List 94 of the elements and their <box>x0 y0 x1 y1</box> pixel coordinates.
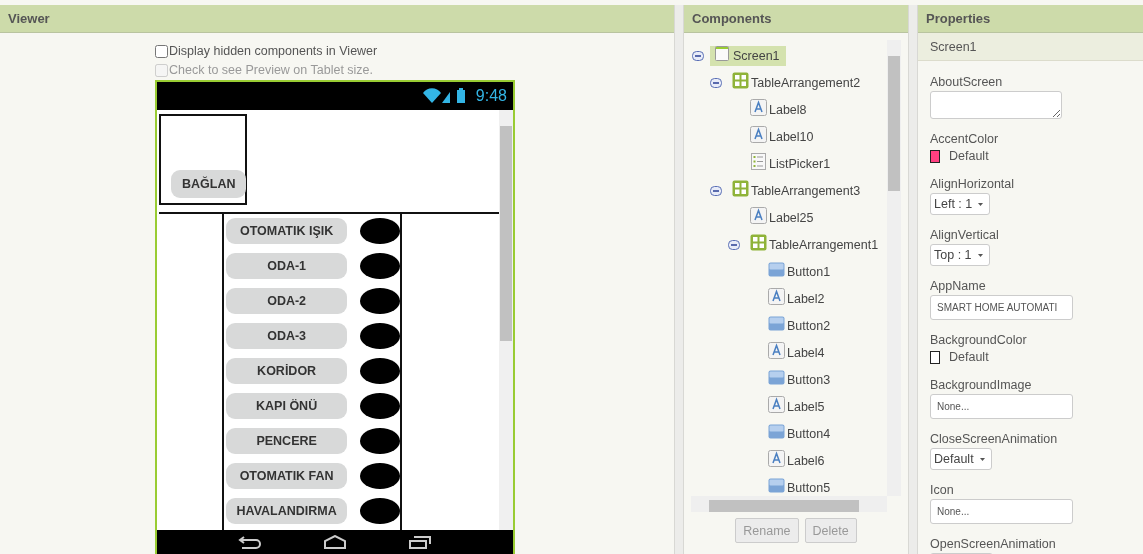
tree-item[interactable]: Button2 <box>764 315 837 336</box>
tree-item[interactable]: Button5 <box>764 477 837 496</box>
checkbox[interactable] <box>155 44 168 58</box>
collapse-icon[interactable] <box>692 50 704 61</box>
dropdown[interactable]: Default <box>930 448 992 470</box>
tree-item[interactable]: ListPicker1 <box>746 153 837 174</box>
caret-icon <box>978 202 984 206</box>
scrollbar[interactable] <box>499 110 513 530</box>
toggle-button[interactable]: HAVALANDIRMA <box>226 498 348 524</box>
property-label: AccentColor <box>930 132 999 146</box>
tree-item[interactable]: Screen1 <box>710 45 786 66</box>
button-icon <box>768 423 785 440</box>
status-oval <box>360 428 400 454</box>
collapse-icon[interactable] <box>710 77 722 88</box>
component-name: Screen1 <box>930 39 977 54</box>
status-oval <box>360 358 400 384</box>
status-oval <box>360 498 400 524</box>
letter-a-icon <box>768 396 785 413</box>
checkbox-label: Check to see Preview on Tablet size. <box>169 63 374 77</box>
collapse-icon[interactable] <box>728 239 740 250</box>
color-swatch[interactable] <box>930 149 940 163</box>
scrollbar[interactable] <box>691 496 887 512</box>
panel-title: Viewer <box>8 11 50 26</box>
status-oval <box>360 323 400 349</box>
toggle-button[interactable]: KAPI ÖNÜ <box>226 393 348 419</box>
connect-button[interactable]: BAĞLAN <box>171 170 247 198</box>
grid-icon <box>732 72 749 89</box>
grid-icon <box>750 234 767 251</box>
tree-item[interactable]: Label10 <box>746 126 820 147</box>
property-label: AlignVertical <box>930 228 999 242</box>
button-icon <box>768 315 785 332</box>
clock-time: 9:48 <box>475 87 507 105</box>
scrollbar[interactable] <box>887 40 901 496</box>
property-label: CloseScreenAnimation <box>930 432 1058 446</box>
button-icon <box>768 261 785 278</box>
tree-item[interactable]: Label8 <box>746 99 813 120</box>
tree-item[interactable]: Label5 <box>764 396 831 417</box>
toggle-button[interactable]: OTOMATIK FAN <box>226 463 348 489</box>
tree-item[interactable]: Label4 <box>764 342 831 363</box>
toggle-button[interactable]: PENCERE <box>226 428 348 454</box>
toggle-button[interactable]: ODA-1 <box>226 253 348 279</box>
button-icon <box>768 477 785 494</box>
property-label: AppName <box>930 279 986 293</box>
status-oval <box>360 288 400 314</box>
color-swatch[interactable] <box>930 350 940 364</box>
file-picker[interactable]: None... <box>930 499 1073 524</box>
property-label: Icon <box>930 483 954 497</box>
tree-item[interactable]: Button1 <box>764 261 837 282</box>
letter-a-icon <box>768 342 785 359</box>
status-oval <box>360 253 400 279</box>
status-oval <box>360 218 400 244</box>
screen-icon <box>714 45 731 62</box>
dropdown[interactable]: Left : 1 <box>930 193 991 215</box>
property-label: BackgroundImage <box>930 378 1032 392</box>
tree-item[interactable]: Label2 <box>764 288 831 309</box>
back-icon[interactable] <box>237 535 262 549</box>
checkbox-label: Display hidden components in Viewer <box>169 44 378 58</box>
tree-item[interactable]: TableArrangement3 <box>728 180 867 201</box>
panel-title: Properties <box>926 11 991 26</box>
status-oval <box>360 463 400 489</box>
color-value: Default <box>949 350 989 364</box>
toggle-button[interactable]: ODA-3 <box>226 323 348 349</box>
tree-item[interactable]: Button3 <box>764 369 837 390</box>
recent-apps-icon[interactable] <box>408 535 433 549</box>
status-oval <box>360 393 400 419</box>
tree-item[interactable]: Label25 <box>746 207 820 228</box>
letter-a-icon <box>768 288 785 305</box>
property-label: BackgroundColor <box>930 333 1027 347</box>
tree-item[interactable]: TableArrangement2 <box>728 72 867 93</box>
list-icon <box>750 153 767 170</box>
collapse-icon[interactable] <box>710 185 722 196</box>
color-value: Default <box>949 149 989 163</box>
letter-a-icon <box>750 99 767 116</box>
letter-a-icon <box>768 450 785 467</box>
letter-a-icon <box>750 126 767 143</box>
panel-title: Components <box>692 11 772 26</box>
dropdown[interactable]: Top : 1 <box>930 244 990 266</box>
toggle-button[interactable]: ODA-2 <box>226 288 348 314</box>
toggle-button[interactable]: KORİDOR <box>226 358 348 384</box>
home-icon[interactable] <box>323 535 347 549</box>
property-label: AlignHorizontal <box>930 177 1015 191</box>
tree-item[interactable]: TableArrangement1 <box>746 234 885 255</box>
letter-a-icon <box>750 207 767 224</box>
tree-item[interactable]: Label6 <box>764 450 831 471</box>
tree-item[interactable]: Button4 <box>764 423 837 444</box>
button-icon <box>768 369 785 386</box>
input-field[interactable]: SMART HOME AUTOMATI <box>930 295 1073 320</box>
toggle-button[interactable]: OTOMATIK IŞIK <box>226 218 348 244</box>
grid-icon <box>732 180 749 197</box>
caret-icon <box>979 457 985 461</box>
property-label: AboutScreen <box>930 75 1003 89</box>
caret-icon <box>977 253 983 257</box>
file-picker[interactable]: None... <box>930 394 1073 419</box>
property-label: OpenScreenAnimation <box>930 537 1056 551</box>
